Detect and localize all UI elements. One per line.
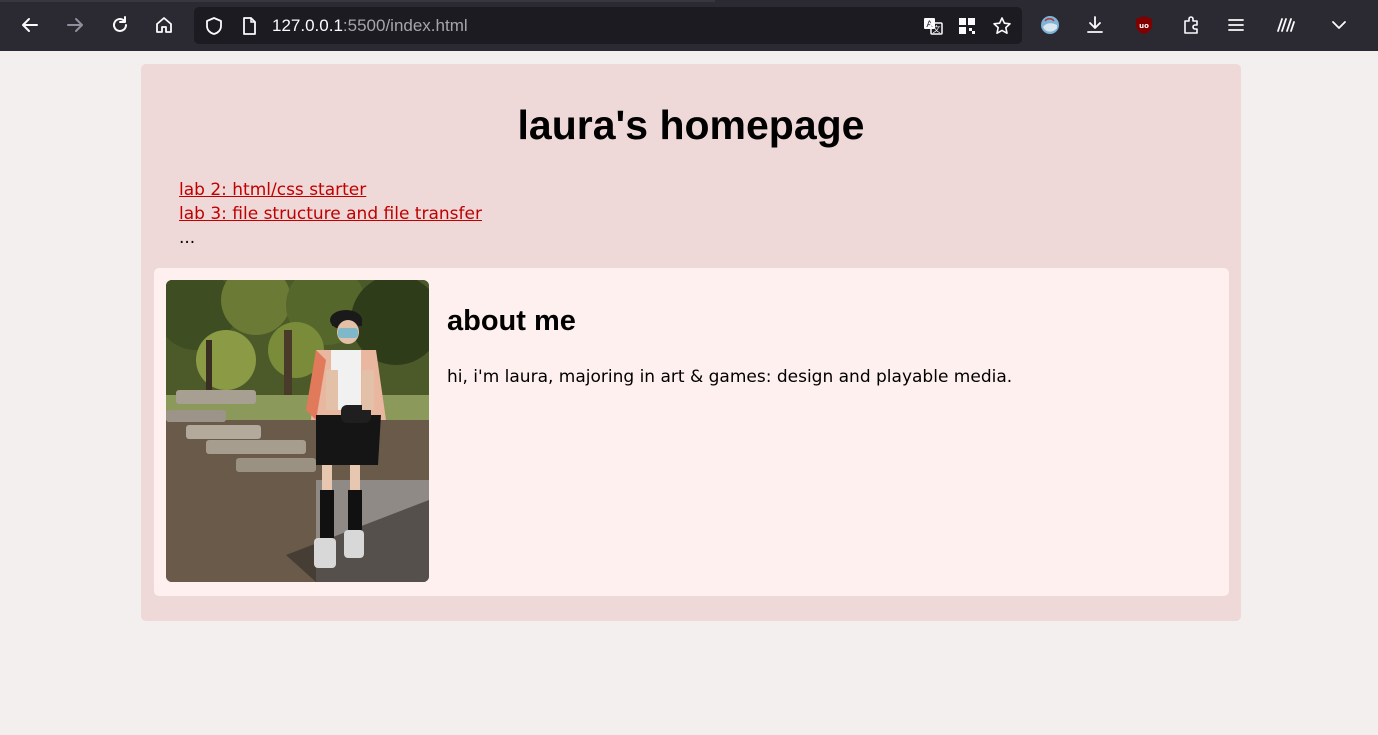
downloads-button[interactable] (1078, 8, 1112, 42)
ublock-icon: uo (1136, 16, 1152, 34)
shield-icon (206, 17, 222, 35)
reload-button[interactable] (103, 8, 137, 42)
page-icon (243, 17, 256, 35)
link-lab-2[interactable]: lab 2: html/css starter (179, 178, 482, 202)
url-path: :5500/index.html (342, 16, 468, 35)
forward-button[interactable] (58, 8, 92, 42)
back-button[interactable] (13, 8, 47, 42)
bookmark-button[interactable] (991, 15, 1013, 37)
forward-icon (67, 18, 83, 32)
reload-icon (113, 16, 127, 32)
tracking-protection-button[interactable] (203, 15, 225, 37)
translate-icon: A文 (924, 18, 943, 35)
svg-text:uo: uo (1139, 22, 1149, 30)
url-host: 127.0.0.1 (272, 16, 343, 35)
more-ellipsis: ... (179, 228, 196, 248)
menu-icon (1228, 19, 1244, 31)
address-bar[interactable]: 127.0.0.1:5500/index.html A文 (194, 7, 1022, 44)
reader-icon (1277, 18, 1295, 32)
reader-button[interactable] (1269, 8, 1303, 42)
link-lab-3[interactable]: lab 3: file structure and file transfer (179, 202, 482, 226)
site-info-button[interactable] (238, 15, 260, 37)
about-heading: about me (447, 305, 576, 337)
list-all-tabs-button[interactable] (1322, 8, 1356, 42)
browser-toolbar: 127.0.0.1:5500/index.html A文 uo (0, 0, 1378, 51)
ublock-button[interactable]: uo (1127, 8, 1161, 42)
translate-button[interactable]: A文 (922, 15, 944, 37)
home-icon (156, 17, 172, 33)
back-icon (22, 18, 38, 32)
extensions-button[interactable] (1174, 8, 1208, 42)
home-button[interactable] (147, 8, 181, 42)
qr-code-icon (959, 18, 975, 34)
page-container: laura's homepage lab 2: html/css starter… (141, 64, 1241, 621)
profile-button[interactable] (1033, 8, 1067, 42)
download-icon (1087, 16, 1103, 33)
extensions-icon (1184, 16, 1198, 34)
page-title: laura's homepage (517, 102, 865, 148)
chevron-down-icon (1332, 21, 1346, 29)
about-me-card: about me hi, i'm laura, majoring in art … (154, 268, 1229, 596)
tab-strip-edge (0, 0, 715, 2)
app-menu-button[interactable] (1219, 8, 1253, 42)
photo-illustration (166, 280, 429, 582)
profile-icon (1041, 16, 1059, 34)
about-text: hi, i'm laura, majoring in art & games: … (447, 367, 1013, 387)
url-text[interactable]: 127.0.0.1:5500/index.html (272, 16, 468, 36)
bookmark-star-icon (993, 17, 1011, 34)
profile-photo (166, 280, 429, 582)
svg-text:文: 文 (933, 24, 941, 34)
qr-code-button[interactable] (956, 15, 978, 37)
lab-links: lab 2: html/css starter lab 3: file stru… (179, 178, 482, 250)
